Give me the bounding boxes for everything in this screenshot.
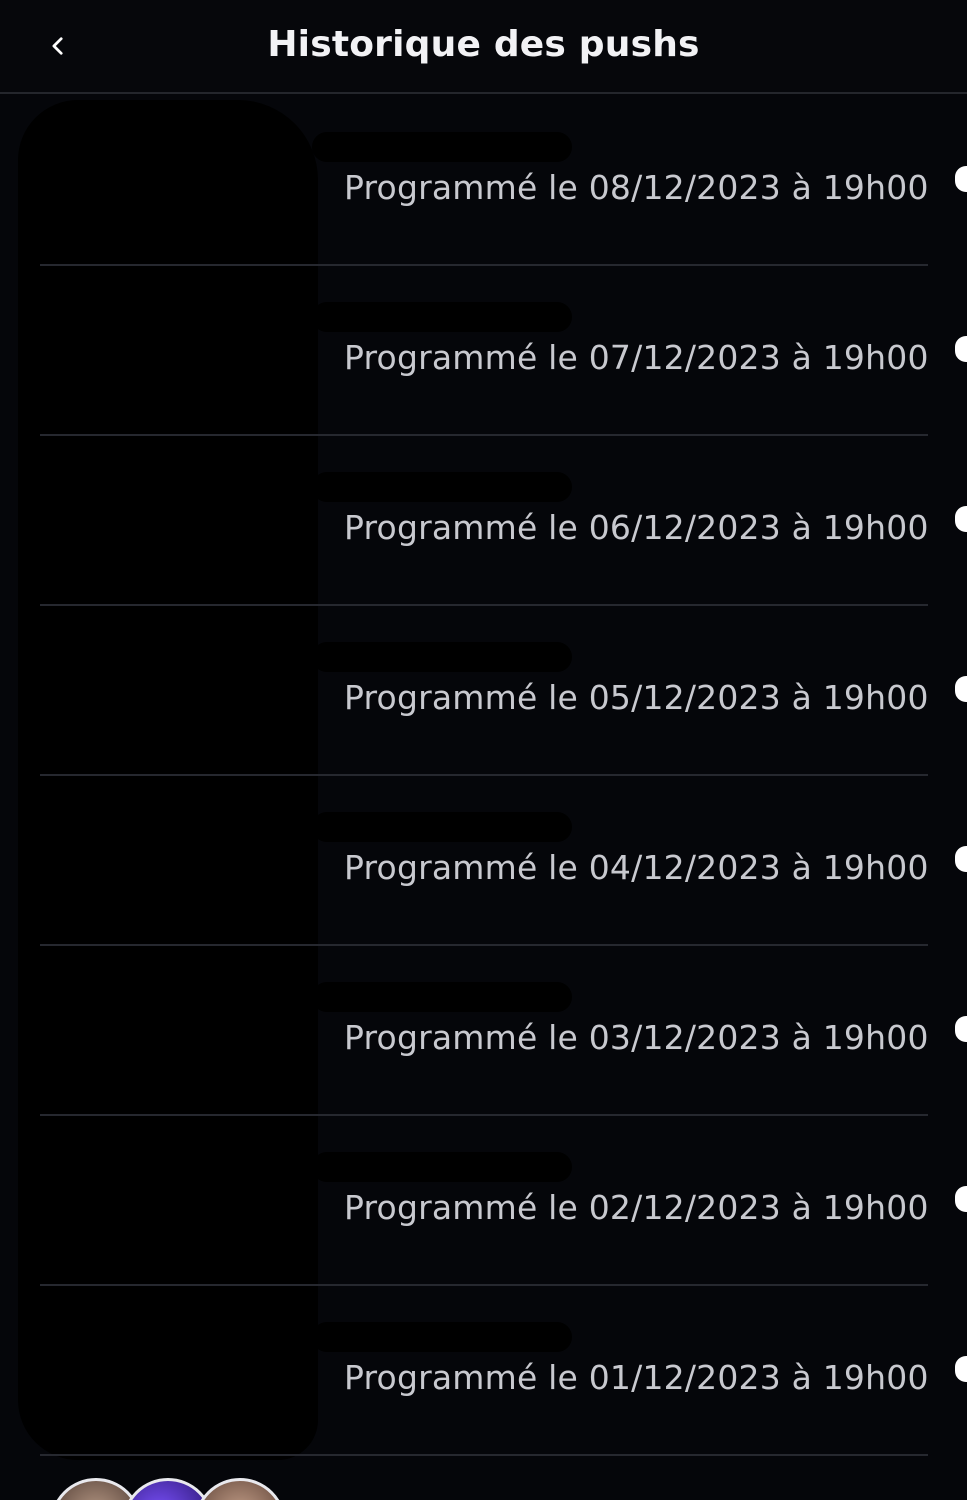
row-divider	[40, 1454, 928, 1456]
push-schedule-date: Programmé le 02/12/2023 à 19h00	[344, 1188, 929, 1227]
push-toggle[interactable]	[955, 1016, 967, 1042]
push-toggle[interactable]	[955, 1186, 967, 1212]
redacted-push-title	[312, 1152, 572, 1182]
avatar	[122, 1478, 214, 1500]
push-item[interactable]: Programmé le 02/12/2023 à 19h00	[0, 1116, 967, 1286]
redacted-push-title	[312, 472, 572, 502]
redacted-push-title	[312, 302, 572, 332]
push-item[interactable]: Programmé le 03/12/2023 à 19h00	[0, 946, 967, 1116]
push-schedule-date: Programmé le 04/12/2023 à 19h00	[344, 848, 929, 887]
push-item[interactable]: Programmé le 04/12/2023 à 19h00	[0, 776, 967, 946]
push-item[interactable]: Programmé le 06/12/2023 à 19h00	[0, 436, 967, 606]
push-schedule-date: Programmé le 01/12/2023 à 19h00	[344, 1358, 929, 1397]
avatar	[194, 1478, 286, 1500]
app-screen: Historique des pushs Programmé le 08/12/…	[0, 0, 967, 1500]
push-toggle[interactable]	[955, 166, 967, 192]
push-schedule-date: Programmé le 05/12/2023 à 19h00	[344, 678, 929, 717]
redacted-push-title	[312, 1322, 572, 1352]
push-toggle[interactable]	[955, 676, 967, 702]
redacted-push-title	[312, 642, 572, 672]
push-item[interactable]: Programmé le 07/12/2023 à 19h00	[0, 266, 967, 436]
push-schedule-date: Programmé le 08/12/2023 à 19h00	[344, 168, 929, 207]
push-item[interactable]: Programmé le 01/12/2023 à 19h00	[0, 1286, 967, 1456]
push-schedule-date: Programmé le 03/12/2023 à 19h00	[344, 1018, 929, 1057]
page-title: Historique des pushs	[267, 24, 700, 65]
push-toggle[interactable]	[955, 506, 967, 532]
push-schedule-date: Programmé le 06/12/2023 à 19h00	[344, 508, 929, 547]
redacted-push-title	[312, 812, 572, 842]
push-schedule-date: Programmé le 07/12/2023 à 19h00	[344, 338, 929, 377]
push-toggle[interactable]	[955, 1356, 967, 1382]
push-toggle[interactable]	[955, 846, 967, 872]
redacted-push-title	[312, 982, 572, 1012]
push-item[interactable]: Programmé le 05/12/2023 à 19h00	[0, 606, 967, 776]
push-toggle[interactable]	[955, 336, 967, 362]
push-item[interactable]: Programmé le 08/12/2023 à 19h00	[0, 96, 967, 266]
push-history-list: Programmé le 08/12/2023 à 19h00 Programm…	[0, 96, 967, 1456]
redacted-push-title	[312, 132, 572, 162]
header-bar: Historique des pushs	[0, 0, 967, 94]
avatar	[50, 1478, 142, 1500]
avatar-group	[50, 1478, 286, 1500]
